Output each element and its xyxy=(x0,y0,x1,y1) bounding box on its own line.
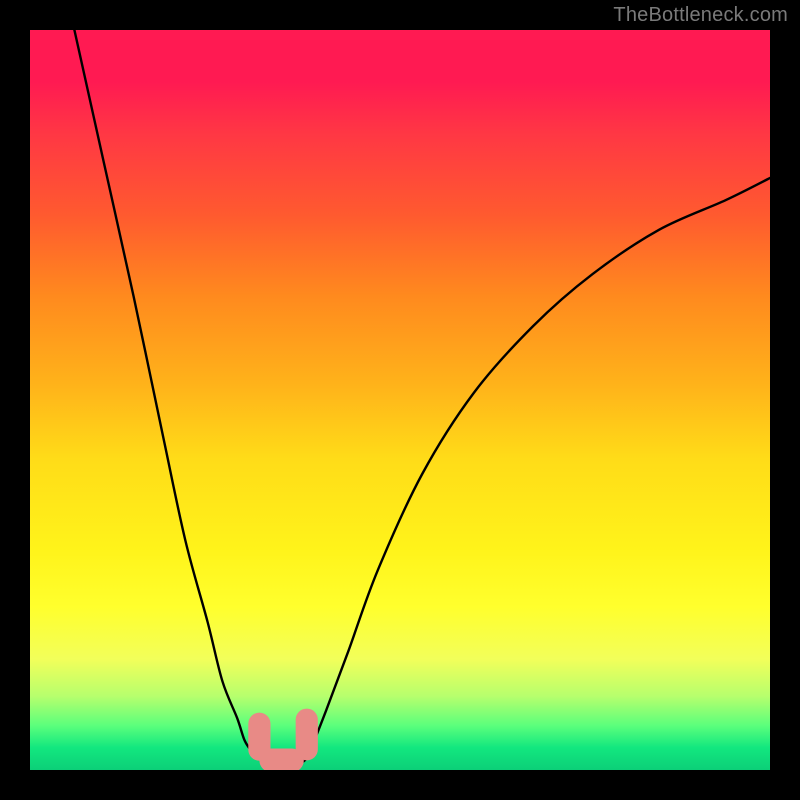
chart-curve-group xyxy=(74,30,770,764)
bottleneck-curve xyxy=(74,30,770,764)
chart-svg-layer xyxy=(30,30,770,770)
valley-marker-2 xyxy=(259,749,303,770)
watermark-text: TheBottleneck.com xyxy=(613,4,788,27)
chart-marker-group xyxy=(248,709,318,770)
chart-plot-area xyxy=(30,30,770,770)
chart-stage: TheBottleneck.com xyxy=(0,0,800,800)
